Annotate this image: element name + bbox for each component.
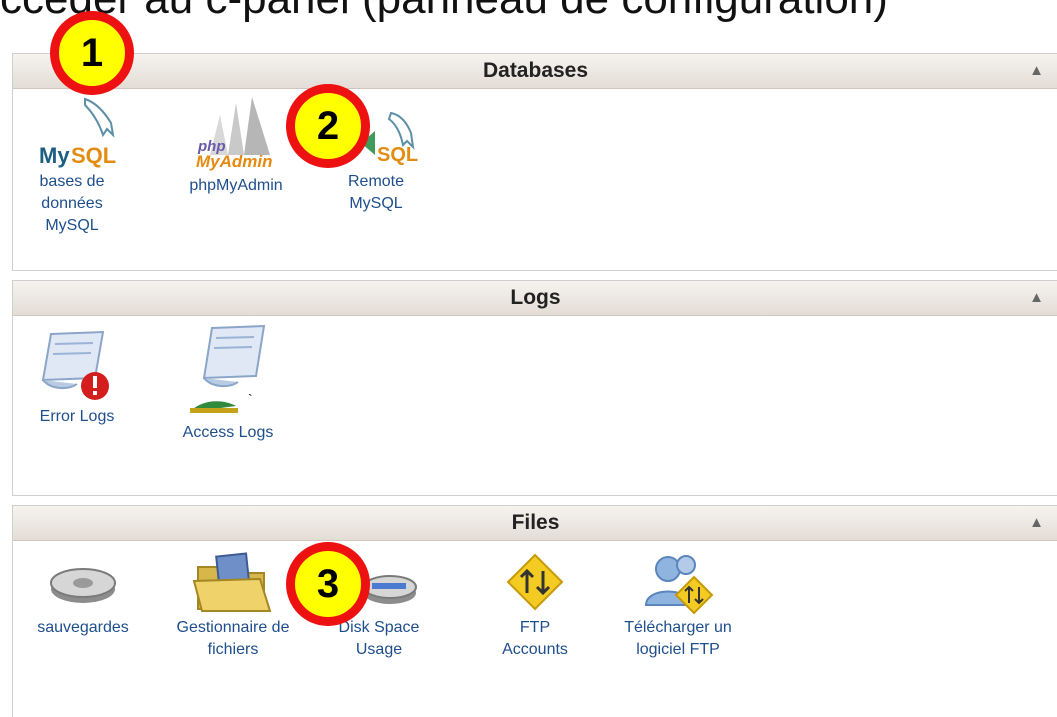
- files-panel-title: Files: [511, 511, 560, 534]
- ftp-software-download-icon: [644, 555, 714, 615]
- logs-panel-header[interactable]: Logs ▲: [13, 281, 1057, 316]
- databases-panel-header[interactable]: Databases ▲: [13, 54, 1057, 89]
- ftp-software-download-link[interactable]: Télécharger un logiciel FTP: [623, 549, 733, 661]
- annotation-badge-2: 2: [286, 84, 370, 168]
- svg-text:`: `: [248, 391, 253, 407]
- error-logs-label: Error Logs: [39, 408, 115, 425]
- access-logs-icon: `: [190, 324, 266, 413]
- collapse-arrow-icon[interactable]: ▲: [1029, 54, 1044, 88]
- file-manager-folder-icon: [192, 552, 272, 612]
- databases-panel-title: Databases: [482, 59, 589, 82]
- error-logs-icon: [41, 330, 109, 400]
- ftp-accounts-icon: [506, 553, 564, 611]
- phpmyadmin-icon: php MyAdmin: [196, 97, 273, 171]
- mysql-databases-label: bases de données MySQL: [39, 173, 105, 234]
- logs-panel: Logs ▲ Error Logs ` Access Logs: [12, 280, 1057, 496]
- backups-label: sauvegardes: [37, 619, 129, 636]
- svg-text:MyAdmin: MyAdmin: [196, 152, 273, 171]
- backup-disk-icon: [50, 568, 116, 603]
- ftp-accounts-link[interactable]: FTP Accounts: [489, 549, 581, 661]
- files-panel-header[interactable]: Files ▲: [13, 506, 1057, 541]
- annotation-badge-1: 1: [50, 11, 134, 95]
- svg-text:SQL: SQL: [377, 144, 418, 166]
- file-manager-label: Gestionnaire de fichiers: [176, 619, 290, 658]
- phpmyadmin-label: phpMyAdmin: [189, 177, 283, 194]
- page-heading: cceder au c-panel (panneau de configurat…: [0, 0, 1057, 24]
- collapse-arrow-icon[interactable]: ▲: [1029, 506, 1044, 540]
- error-logs-link[interactable]: Error Logs: [27, 324, 127, 428]
- backups-link[interactable]: sauvegardes: [21, 553, 145, 639]
- file-manager-link[interactable]: Gestionnaire de fichiers: [173, 549, 293, 661]
- logs-panel-title: Logs: [510, 286, 561, 309]
- svg-text:My: My: [39, 143, 70, 168]
- databases-panel: Databases ▲ My SQL bases de données MySQ…: [12, 53, 1057, 271]
- ftp-software-download-label: Télécharger un logiciel FTP: [624, 619, 732, 658]
- access-logs-link[interactable]: ` Access Logs: [173, 320, 283, 444]
- files-panel: Files ▲ sauvegardes Gestionnaire de fich…: [12, 505, 1057, 717]
- access-logs-label: Access Logs: [182, 424, 274, 441]
- mysql-icon: My SQL: [39, 97, 116, 168]
- collapse-arrow-icon[interactable]: ▲: [1029, 281, 1044, 315]
- phpmyadmin-link[interactable]: php MyAdmin phpMyAdmin: [181, 93, 291, 197]
- ftp-accounts-label: FTP Accounts: [502, 619, 568, 658]
- remote-mysql-label: Remote MySQL: [347, 173, 405, 212]
- mysql-databases-link[interactable]: My SQL bases de données MySQL: [27, 93, 117, 237]
- svg-text:SQL: SQL: [71, 143, 116, 168]
- annotation-badge-3: 3: [286, 542, 370, 626]
